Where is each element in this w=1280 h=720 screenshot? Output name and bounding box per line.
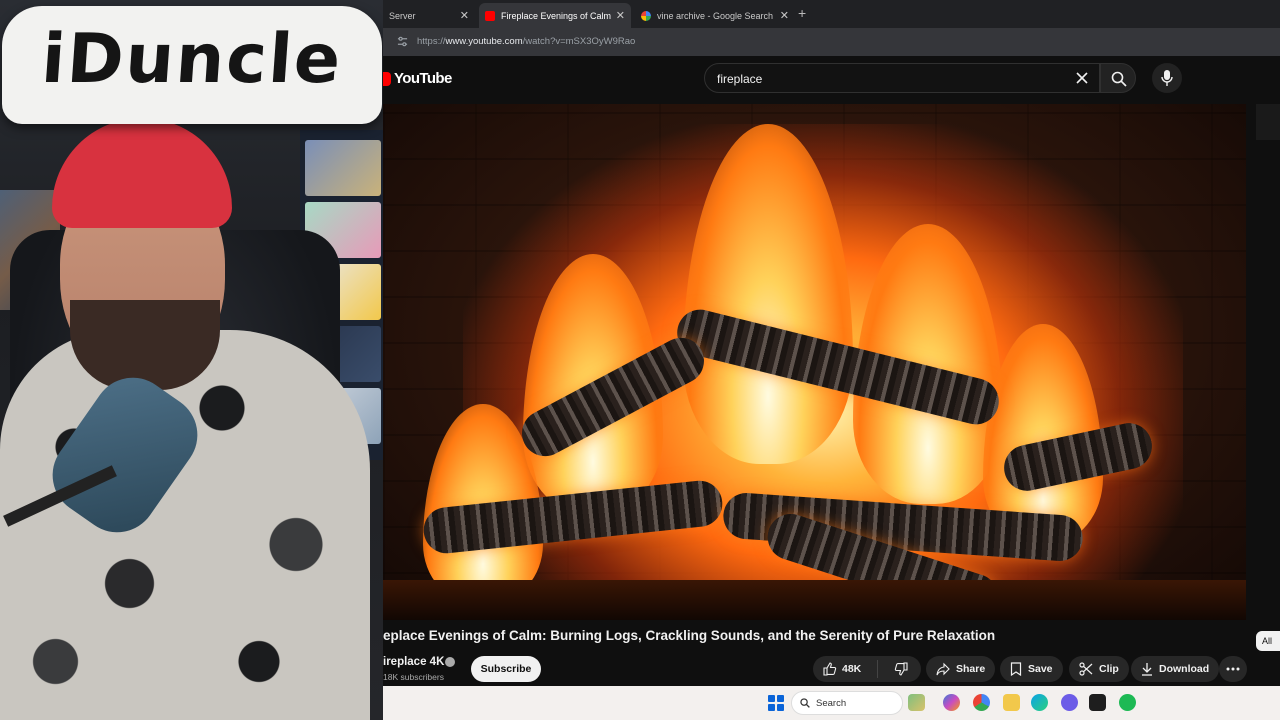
like-count: 48K: [842, 663, 862, 675]
tab-title: Fireplace Evenings of Calm: [501, 10, 612, 21]
youtube-favicon-icon: [485, 10, 495, 21]
like-dislike-group: 48K: [813, 656, 921, 682]
download-button[interactable]: Download: [1131, 656, 1220, 682]
clip-label: Clip: [1099, 663, 1119, 675]
address-bar[interactable]: https://www.youtube.com/watch?v=mSX3OyW9…: [383, 28, 1280, 56]
taskbar-search-placeholder: Search: [816, 697, 847, 709]
person-beard: [70, 300, 220, 390]
search-box[interactable]: [704, 63, 1100, 93]
share-label: Share: [956, 663, 986, 675]
ember-bed: [383, 580, 1246, 620]
voice-search-button[interactable]: [1152, 63, 1182, 93]
youtube-logo-text: YouTube: [394, 70, 452, 87]
windows-start-icon[interactable]: [768, 695, 784, 711]
share-button[interactable]: Share: [926, 656, 996, 682]
more-actions-button[interactable]: [1219, 656, 1247, 682]
clip-button[interactable]: Clip: [1069, 656, 1129, 682]
search-icon: [800, 698, 810, 708]
like-button[interactable]: 48K: [813, 656, 871, 682]
spotify-icon[interactable]: [1119, 694, 1136, 711]
video-title: eplace Evenings of Calm: Burning Logs, C…: [383, 628, 996, 643]
save-label: Save: [1028, 663, 1053, 675]
clear-icon[interactable]: [1073, 69, 1091, 87]
file-explorer-icon[interactable]: [1003, 694, 1020, 711]
channel-name[interactable]: ireplace 4K: [383, 656, 444, 668]
mic-icon: [1161, 70, 1173, 86]
subscribe-button[interactable]: Subscribe: [471, 656, 541, 682]
app-icon[interactable]: [1089, 694, 1106, 711]
tab-strip: Server ✕ Fireplace Evenings of Calm ✕ vi…: [383, 0, 1280, 28]
person-torso: [0, 330, 370, 720]
taskbar-search[interactable]: Search: [791, 691, 903, 715]
webcam-overlay: iDuncle: [0, 0, 383, 720]
more-icon: [1226, 667, 1240, 671]
youtube-masthead: YouTube: [383, 56, 1280, 104]
tune-icon[interactable]: [397, 36, 408, 47]
dislike-button[interactable]: [884, 656, 918, 682]
wall-card: [305, 140, 381, 196]
search-icon: [1111, 71, 1127, 87]
subscriber-count: 18K subscribers: [383, 672, 444, 682]
new-tab-button[interactable]: +: [798, 5, 806, 21]
url-path: /watch?v=mSX3OyW9Rao: [522, 36, 636, 47]
tab-close-icon[interactable]: ✕: [460, 9, 469, 22]
tab-fireplace[interactable]: Fireplace Evenings of Calm ✕: [479, 3, 631, 28]
name-sign: iDuncle: [2, 6, 382, 124]
thumbs-down-icon: [895, 662, 908, 676]
name-sign-text: iDuncle: [39, 20, 345, 99]
youtube-logo-icon: [383, 71, 391, 86]
search-button[interactable]: [1100, 63, 1136, 93]
edge-icon[interactable]: [1031, 694, 1048, 711]
tab-server[interactable]: Server ✕: [383, 3, 475, 28]
tab-title: vine archive - Google Search: [657, 10, 774, 21]
right-rail: [1256, 104, 1280, 140]
video-player[interactable]: [383, 104, 1246, 620]
red-cap: [52, 118, 232, 228]
taskbar: Search: [383, 686, 1280, 720]
google-favicon-icon: [641, 10, 651, 21]
thumbs-up-icon: [823, 662, 837, 676]
url-host: www.youtube.com: [445, 36, 523, 47]
download-icon: [1142, 663, 1152, 676]
url-prefix: https://: [417, 36, 446, 47]
chrome-icon[interactable]: [973, 694, 990, 711]
tab-close-icon[interactable]: ✕: [780, 9, 789, 22]
chip-all[interactable]: All: [1256, 631, 1280, 651]
discord-icon[interactable]: [1061, 694, 1078, 711]
download-label: Download: [1159, 663, 1210, 675]
copilot-icon[interactable]: [943, 694, 960, 711]
share-icon: [936, 662, 950, 676]
clip-icon: [1079, 662, 1093, 676]
like-separator: [877, 660, 879, 678]
verified-icon: [445, 657, 455, 667]
tab-google-search[interactable]: vine archive - Google Search ✕: [635, 3, 795, 28]
widgets-icon[interactable]: [908, 694, 925, 711]
tab-title: Server: [389, 10, 416, 21]
save-icon: [1010, 662, 1022, 676]
save-button[interactable]: Save: [1000, 656, 1063, 682]
search-input[interactable]: [717, 72, 1057, 86]
tab-close-icon[interactable]: ✕: [616, 9, 625, 22]
browser-window: Server ✕ Fireplace Evenings of Calm ✕ vi…: [383, 0, 1280, 720]
youtube-logo[interactable]: YouTube: [383, 70, 452, 87]
url-text[interactable]: https://www.youtube.com/watch?v=mSX3OyW9…: [417, 36, 635, 47]
